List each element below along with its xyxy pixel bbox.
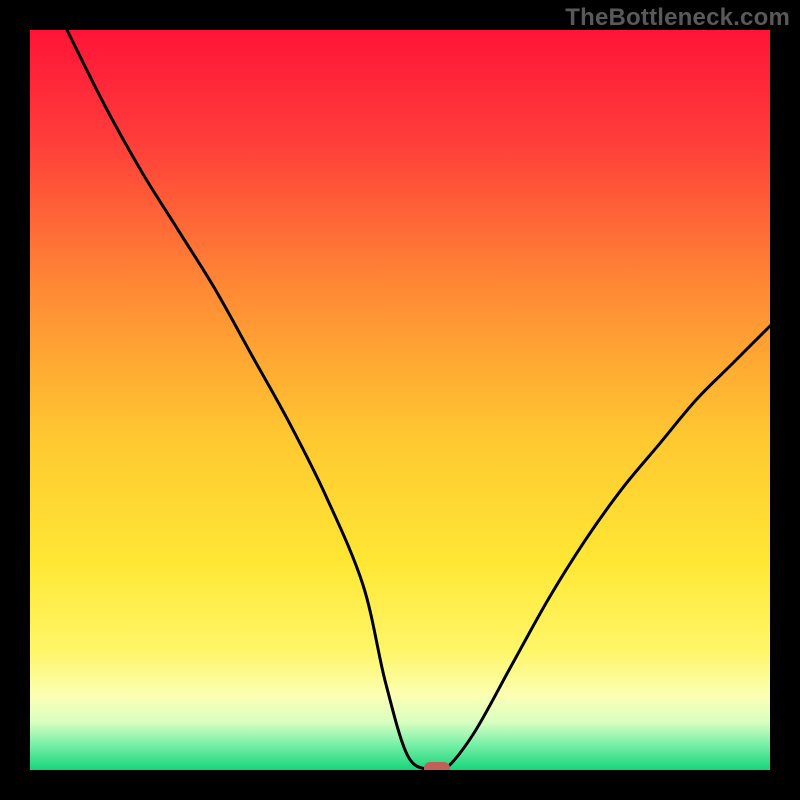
plot-area xyxy=(30,30,770,770)
watermark-text: TheBottleneck.com xyxy=(565,4,790,32)
optimal-point-marker xyxy=(424,762,450,770)
chart-svg xyxy=(30,30,770,770)
gradient-background xyxy=(30,30,770,770)
chart-frame: TheBottleneck.com xyxy=(0,0,800,800)
